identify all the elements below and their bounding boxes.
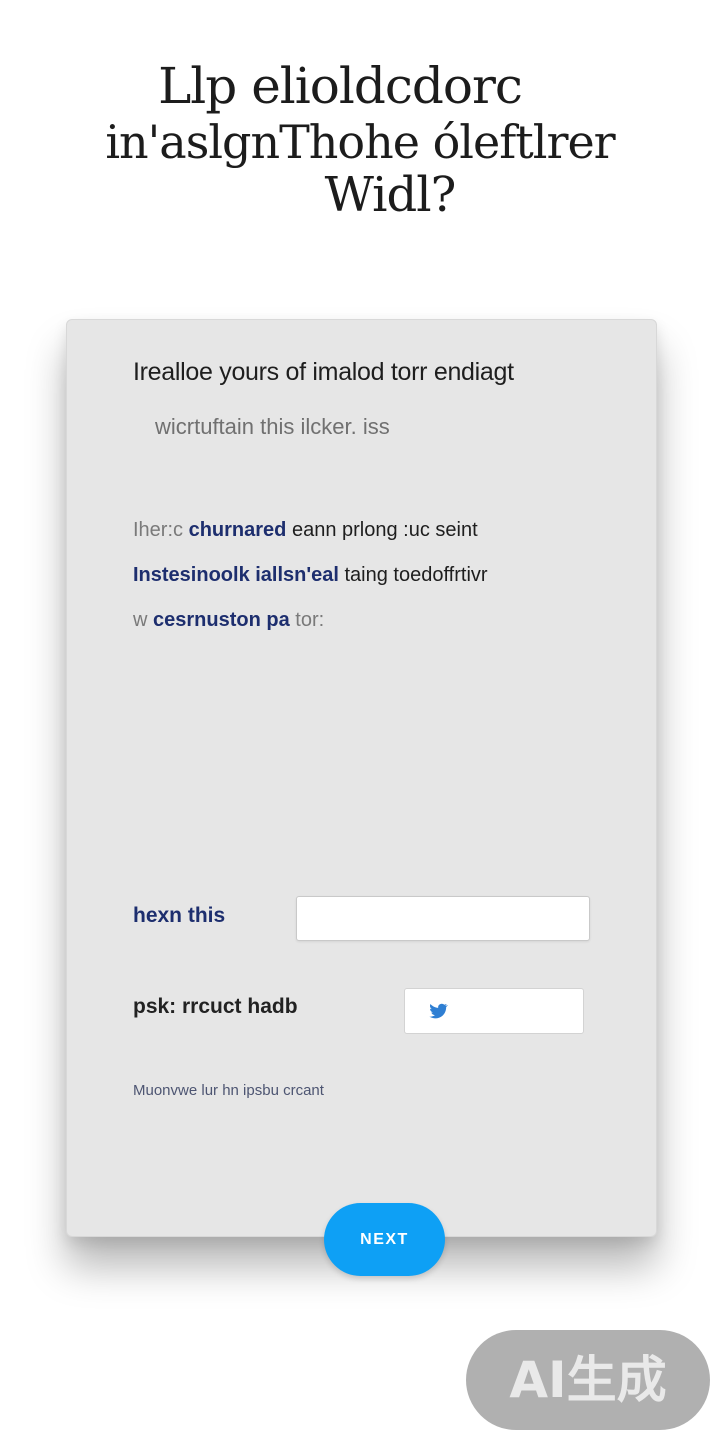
next-button[interactable]: NEXT [324, 1203, 445, 1276]
field-2-input[interactable] [404, 988, 584, 1034]
card-subheading: wicrtuftain this ilcker. iss [155, 414, 390, 439]
page-title-line-3: Widl? [324, 167, 457, 224]
field-2-label: psk: rrcuct hadb [133, 995, 298, 1018]
body-line-2-end: taing toedoffrtivr [344, 564, 488, 586]
card-body-text: Iher:c churnared eann prlong :uc seint I… [133, 508, 603, 643]
body-line-3-emphasis: cesrnuston pa [153, 609, 290, 631]
body-line-3-end: tor: [295, 609, 325, 631]
body-line-1: Iher:c churnared eann prlong :uc seint [133, 508, 603, 553]
body-line-1-start: Iher:c [133, 519, 184, 541]
body-line-2-emphasis: Instesinoolk iallsn'eal [133, 564, 339, 586]
page-title-line-2: in'aslgnThohe óleftlrer [105, 114, 615, 169]
body-line-3-start: w [133, 609, 148, 631]
card-note: Muonvwe lur hn ipsbu crcant [133, 1082, 324, 1099]
ai-generated-watermark: AI生成 [466, 1330, 710, 1430]
body-line-2: Instesinoolk iallsn'eal taing toedoffrti… [133, 553, 603, 598]
page-title: Llp elioldcdorc in'aslgnThohe óleftlrer … [0, 57, 720, 224]
twitter-bird-icon [429, 1003, 449, 1019]
field-1-input[interactable] [296, 896, 590, 941]
body-line-1-end: eann prlong :uc seint [291, 519, 478, 541]
page-title-line-1: Llp elioldcdorc [158, 57, 523, 115]
field-1-label: hexn this [133, 904, 226, 927]
body-line-3: w cesrnuston pa tor: [133, 598, 603, 643]
card-heading: Irealloe yours of imalod torr endiagt [133, 358, 514, 386]
form-card: Irealloe yours of imalod torr endiagt wi… [66, 319, 657, 1237]
body-line-1-emphasis: churnared [188, 519, 287, 541]
